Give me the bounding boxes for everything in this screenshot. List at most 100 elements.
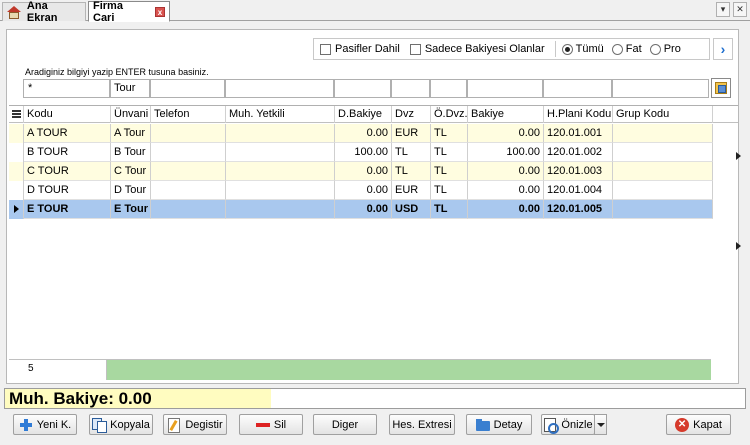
radio-circle[interactable] bbox=[649, 43, 661, 55]
cell-telefon[interactable] bbox=[151, 162, 226, 181]
filter-dvz-input[interactable] bbox=[391, 79, 430, 98]
cell-grup-kodu[interactable] bbox=[613, 124, 713, 143]
col-grup-kodu[interactable]: Grup Kodu bbox=[613, 106, 713, 123]
cell-kodu[interactable]: B TOUR bbox=[24, 143, 111, 162]
cell-dvz[interactable]: TL bbox=[392, 143, 431, 162]
col-unvani[interactable]: Ünvani bbox=[111, 106, 151, 123]
expand-arrow-icon[interactable] bbox=[736, 242, 741, 250]
row-indicator[interactable] bbox=[9, 181, 24, 200]
tab-firma-cari[interactable]: Firma Cari x bbox=[88, 0, 170, 24]
cell-h-plani-kodu[interactable]: 120.01.003 bbox=[544, 162, 613, 181]
side-panel-toggle[interactable] bbox=[735, 150, 743, 270]
onizle-button[interactable]: Önizle bbox=[541, 414, 595, 435]
tab-ana-ekran[interactable]: Ana Ekran bbox=[2, 0, 86, 24]
cell-d-bakiye[interactable]: 0.00 bbox=[335, 162, 392, 181]
filter-o-dvz-input[interactable] bbox=[430, 79, 467, 98]
cell-grup-kodu[interactable] bbox=[613, 143, 713, 162]
filter-grup-kodu-input[interactable] bbox=[612, 79, 709, 98]
hes-extresi-button[interactable]: Hes. Extresi bbox=[389, 414, 455, 435]
cell-dvz[interactable]: EUR bbox=[392, 181, 431, 200]
cell-muh-yetkili[interactable] bbox=[226, 162, 335, 181]
col-kodu[interactable]: Kodu bbox=[24, 106, 111, 123]
table-row[interactable]: D TOUR D Tour 0.00 EUR TL 0.00 120.01.00… bbox=[9, 181, 713, 200]
sadece-bakiyesi-olanlar-checkbox[interactable]: Sadece Bakiyesi Olanlar bbox=[409, 43, 545, 55]
column-chooser-icon[interactable] bbox=[9, 106, 24, 123]
yeni-kayit-button[interactable]: Yeni K. bbox=[13, 414, 77, 435]
cell-kodu[interactable]: E TOUR bbox=[24, 200, 111, 219]
radio-pro[interactable]: Pro bbox=[649, 43, 681, 55]
cell-unvani[interactable]: B Tour bbox=[111, 143, 151, 162]
cell-o-dvz[interactable]: TL bbox=[431, 181, 468, 200]
cell-bakiye[interactable]: 0.00 bbox=[468, 124, 544, 143]
cell-d-bakiye[interactable]: 0.00 bbox=[335, 124, 392, 143]
cell-bakiye[interactable]: 100.00 bbox=[468, 143, 544, 162]
diger-button[interactable]: Diger bbox=[313, 414, 377, 435]
pasifler-dahil-checkbox[interactable]: Pasifler Dahil bbox=[320, 43, 400, 55]
cell-telefon[interactable] bbox=[151, 181, 226, 200]
next-arrow-button[interactable]: › bbox=[713, 38, 733, 60]
cell-d-bakiye[interactable]: 0.00 bbox=[335, 200, 392, 219]
checkbox-box[interactable] bbox=[320, 43, 331, 55]
expand-arrow-icon[interactable] bbox=[736, 152, 741, 160]
apply-filter-icon[interactable] bbox=[711, 78, 731, 98]
cell-dvz[interactable]: EUR bbox=[392, 124, 431, 143]
cell-telefon[interactable] bbox=[151, 200, 226, 219]
cell-dvz[interactable]: TL bbox=[392, 162, 431, 181]
radio-tumu[interactable]: Tümü bbox=[561, 43, 604, 55]
row-indicator[interactable] bbox=[9, 124, 24, 143]
cell-telefon[interactable] bbox=[151, 124, 226, 143]
cell-muh-yetkili[interactable] bbox=[226, 124, 335, 143]
col-bakiye[interactable]: Bakiye bbox=[468, 106, 544, 123]
cell-telefon[interactable] bbox=[151, 143, 226, 162]
table-row-selected[interactable]: E TOUR E Tour 0.00 USD TL 0.00 120.01.00… bbox=[9, 200, 713, 219]
row-indicator[interactable] bbox=[9, 143, 24, 162]
cell-kodu[interactable]: D TOUR bbox=[24, 181, 111, 200]
cell-bakiye[interactable]: 0.00 bbox=[468, 162, 544, 181]
cell-h-plani-kodu[interactable]: 120.01.005 bbox=[544, 200, 613, 219]
cell-muh-yetkili[interactable] bbox=[226, 200, 335, 219]
cell-unvani[interactable]: C Tour bbox=[111, 162, 151, 181]
degistir-button[interactable]: Degistir bbox=[163, 414, 227, 435]
row-indicator[interactable] bbox=[9, 162, 24, 181]
table-row[interactable]: B TOUR B Tour 100.00 TL TL 100.00 120.01… bbox=[9, 143, 713, 162]
window-close-icon[interactable]: ✕ bbox=[733, 2, 747, 17]
col-muh-yetkili[interactable]: Muh. Yetkili bbox=[226, 106, 335, 123]
cell-o-dvz[interactable]: TL bbox=[431, 143, 468, 162]
cell-d-bakiye[interactable]: 0.00 bbox=[335, 181, 392, 200]
radio-circle[interactable] bbox=[611, 43, 623, 55]
checkbox-box[interactable] bbox=[409, 43, 421, 55]
tab-list-dropdown-icon[interactable]: ▾ bbox=[716, 2, 730, 17]
cell-muh-yetkili[interactable] bbox=[226, 181, 335, 200]
radio-circle[interactable] bbox=[561, 43, 573, 55]
cell-grup-kodu[interactable] bbox=[613, 200, 713, 219]
cell-h-plani-kodu[interactable]: 120.01.004 bbox=[544, 181, 613, 200]
cell-o-dvz[interactable]: TL bbox=[431, 124, 468, 143]
filter-telefon-input[interactable] bbox=[150, 79, 225, 98]
kopyala-button[interactable]: Kopyala bbox=[89, 414, 153, 435]
table-row[interactable]: C TOUR C Tour 0.00 TL TL 0.00 120.01.003 bbox=[9, 162, 713, 181]
filter-bakiye-input[interactable] bbox=[467, 79, 543, 98]
filter-h-plani-input[interactable] bbox=[543, 79, 612, 98]
col-telefon[interactable]: Telefon bbox=[151, 106, 226, 123]
cell-dvz[interactable]: USD bbox=[392, 200, 431, 219]
cell-grup-kodu[interactable] bbox=[613, 162, 713, 181]
cell-unvani[interactable]: D Tour bbox=[111, 181, 151, 200]
cell-unvani[interactable]: A Tour bbox=[111, 124, 151, 143]
cell-grup-kodu[interactable] bbox=[613, 181, 713, 200]
cell-unvani[interactable]: E Tour bbox=[111, 200, 151, 219]
col-dvz[interactable]: Dvz bbox=[392, 106, 431, 123]
sil-button[interactable]: Sil bbox=[239, 414, 303, 435]
col-o-dvz[interactable]: Ö.Dvz. bbox=[431, 106, 468, 123]
cell-o-dvz[interactable]: TL bbox=[431, 200, 468, 219]
filter-kodu-input[interactable]: * bbox=[23, 79, 110, 98]
filter-d-bakiye-input[interactable] bbox=[334, 79, 391, 98]
filter-muh-yetkili-input[interactable] bbox=[225, 79, 334, 98]
current-row-indicator[interactable] bbox=[9, 200, 24, 219]
radio-fat[interactable]: Fat bbox=[611, 43, 642, 55]
table-row[interactable]: A TOUR A Tour 0.00 EUR TL 0.00 120.01.00… bbox=[9, 124, 713, 143]
cell-kodu[interactable]: A TOUR bbox=[24, 124, 111, 143]
cell-bakiye[interactable]: 0.00 bbox=[468, 181, 544, 200]
col-d-bakiye[interactable]: D.Bakiye bbox=[335, 106, 392, 123]
cell-bakiye[interactable]: 0.00 bbox=[468, 200, 544, 219]
onizle-dropdown-button[interactable] bbox=[594, 414, 607, 435]
